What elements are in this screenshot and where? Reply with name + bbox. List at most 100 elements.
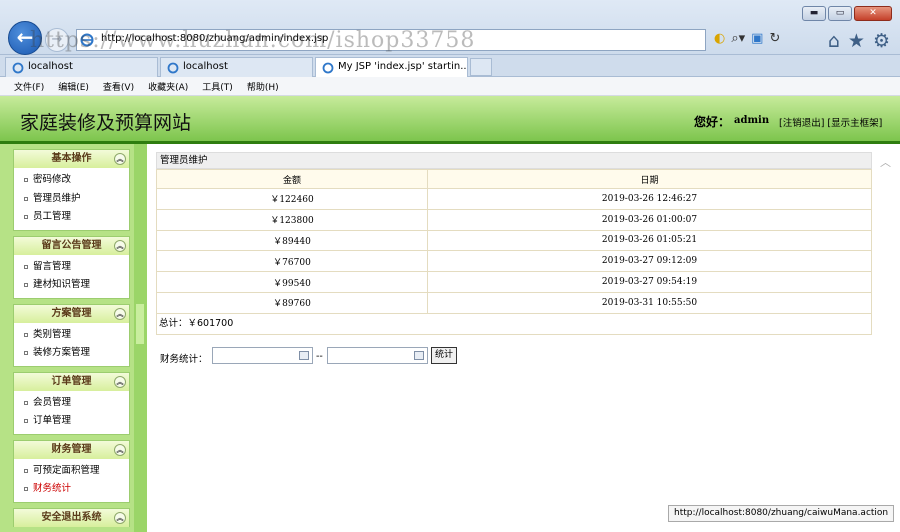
item-label: 订单管理 [33, 415, 72, 426]
tab-bar: localhost localhost My JSP 'index.jsp' s… [0, 55, 900, 78]
menu-view[interactable]: 查看(V) [96, 77, 141, 93]
table-row: ￥76700 2019-03-27 09:12:09 [156, 250, 872, 273]
tab-localhost-2[interactable]: localhost [160, 57, 313, 77]
sidebar-group-orders: 订单管理 ︽ 会员管理 订单管理 [13, 371, 130, 435]
sidebar-toggle-strip[interactable] [134, 144, 147, 532]
ie-tab-icon [167, 62, 179, 74]
sidebar-item-plans[interactable]: 装修方案管理 [14, 344, 129, 363]
sidebar-item-members[interactable]: 会员管理 [14, 394, 129, 413]
bullet-icon [24, 468, 28, 473]
collapse-icon[interactable]: ︽ [114, 153, 126, 165]
menu-bar: 文件(F) 编辑(E) 查看(V) 收藏夹(A) 工具(T) 帮助(H) [0, 77, 900, 96]
header-links[interactable]: [注销退出] [显示主框架] [779, 115, 882, 129]
group-header[interactable]: 订单管理 ︽ [14, 372, 129, 391]
sidebar-item-area[interactable]: 可预定面积管理 [14, 462, 129, 481]
browser-right-icons: ⌂ ★ ⚙ [820, 30, 890, 52]
group-header[interactable]: 留言公告管理 ︽ [14, 236, 129, 255]
group-header[interactable]: 安全退出系统 ︽ [14, 508, 129, 527]
calendar-icon[interactable] [414, 351, 424, 360]
item-label: 财务统计 [33, 483, 72, 494]
sidebar-item-messages[interactable]: 留言管理 [14, 258, 129, 277]
menu-tools[interactable]: 工具(T) [195, 77, 240, 93]
menu-file[interactable]: 文件(F) [0, 77, 51, 93]
start-date-input[interactable] [212, 347, 313, 364]
end-date-input[interactable] [327, 347, 428, 364]
new-tab-button[interactable] [470, 58, 492, 76]
tab-index-jsp[interactable]: My JSP 'index.jsp' startin... [315, 57, 468, 78]
search-icon[interactable]: ⌕▾ [731, 31, 745, 46]
browser-toolbar: ▬ ▭ ✕ ← → http://localhost:8080/zhuang/a… [0, 0, 900, 55]
date-cell: 2019-03-27 09:12:09 [427, 250, 872, 273]
site-title: 家庭装修及预算网站 [20, 112, 192, 134]
date-cell: 2019-03-26 01:00:07 [427, 208, 872, 231]
amount-cell: ￥76700 [156, 250, 428, 273]
menu-favorites[interactable]: 收藏夹(A) [141, 77, 195, 93]
minimize-button[interactable]: ▬ [802, 6, 826, 21]
amount-cell: ￥89440 [156, 229, 428, 252]
collapse-icon[interactable]: ︽ [114, 375, 126, 388]
amount-cell: ￥89760 [156, 291, 428, 314]
table-header-row: 金额 日期 [156, 169, 872, 189]
item-label: 可预定面积管理 [33, 464, 100, 476]
sidebar-item-orders[interactable]: 订单管理 [14, 412, 129, 431]
amount-cell: ￥99540 [156, 271, 428, 293]
scroll-up-icon[interactable]: ︿ [880, 154, 891, 170]
table-row: ￥99540 2019-03-27 09:54:19 [156, 271, 872, 293]
sidebar-item-categories[interactable]: 类别管理 [14, 326, 129, 345]
sidebar: 基本操作 ︽ 密码修改 管理员维护 员工管理 留言公告管理 ︽ 留言管理 建材知识管… [0, 144, 147, 532]
bullet-icon [24, 178, 28, 182]
collapse-icon[interactable]: ︽ [114, 443, 126, 456]
item-label: 留言管理 [33, 260, 72, 272]
sidebar-group-finance: 财务管理 ︽ 可预定面积管理 财务统计 [13, 439, 130, 503]
bullet-icon [24, 196, 28, 201]
favorites-star-icon[interactable]: ★ [848, 30, 865, 52]
ie-page-icon [80, 33, 94, 47]
forward-button[interactable]: → [45, 28, 69, 52]
sidebar-item-materials[interactable]: 建材知识管理 [14, 276, 129, 295]
item-label: 装修方案管理 [33, 347, 91, 358]
stat-button[interactable]: 统计 [431, 347, 457, 364]
amount-cell: ￥123800 [156, 208, 428, 231]
refresh-icon[interactable]: ↻ [769, 31, 780, 46]
ie-tab-icon [322, 62, 334, 74]
group-header[interactable]: 财务管理 ︽ [14, 440, 129, 459]
close-window-button[interactable]: ✕ [854, 6, 892, 21]
sidebar-item-admin[interactable]: 管理员维护 [14, 190, 129, 209]
group-title: 订单管理 [51, 375, 92, 387]
group-header[interactable]: 方案管理 ︽ [14, 304, 129, 323]
item-label: 密码修改 [33, 174, 72, 185]
item-label: 会员管理 [33, 396, 72, 408]
amount-cell: ￥122460 [156, 188, 428, 210]
menu-edit[interactable]: 编辑(E) [51, 77, 96, 93]
group-header[interactable]: 基本操作 ︽ [14, 150, 129, 168]
date-cell: 2019-03-27 09:54:19 [427, 271, 872, 293]
back-button[interactable]: ← [8, 21, 42, 55]
compat-icon[interactable]: ◐ [714, 31, 725, 46]
sidebar-collapse-handle[interactable] [136, 304, 144, 344]
date-cell: 2019-03-31 10:55:50 [427, 291, 872, 314]
settings-gear-icon[interactable]: ⚙ [873, 30, 890, 52]
sidebar-group-plans: 方案管理 ︽ 类别管理 装修方案管理 [13, 303, 130, 367]
group-title: 留言公告管理 [41, 239, 102, 251]
bullet-icon [24, 264, 28, 269]
window-controls: ▬ ▭ ✕ [802, 6, 892, 21]
sidebar-item-finance-stats[interactable]: 财务统计 [14, 480, 129, 499]
menu-help[interactable]: 帮助(H) [240, 77, 286, 93]
date-separator: -- [316, 351, 323, 362]
tab-label: localhost [28, 61, 73, 72]
calendar-icon[interactable] [299, 351, 309, 360]
status-url: http://localhost:8080/zhuang/caiwuMana.a… [668, 505, 895, 522]
collapse-icon[interactable]: ︽ [114, 239, 126, 252]
maximize-button[interactable]: ▭ [828, 6, 852, 21]
page-icon[interactable]: ▣ [751, 31, 763, 46]
home-icon[interactable]: ⌂ [828, 30, 840, 52]
tab-localhost-1[interactable]: localhost [5, 57, 158, 77]
address-bar[interactable]: http://localhost:8080/zhuang/admin/index… [76, 29, 706, 51]
collapse-icon[interactable]: ︽ [114, 511, 126, 524]
column-header-amount: 金额 [156, 169, 428, 189]
table-row: ￥89440 2019-03-26 01:05:21 [156, 229, 872, 252]
sidebar-item-password[interactable]: 密码修改 [14, 171, 129, 190]
collapse-icon[interactable]: ︽ [114, 307, 126, 320]
bullet-icon [24, 419, 28, 423]
sidebar-item-staff[interactable]: 员工管理 [14, 208, 129, 227]
